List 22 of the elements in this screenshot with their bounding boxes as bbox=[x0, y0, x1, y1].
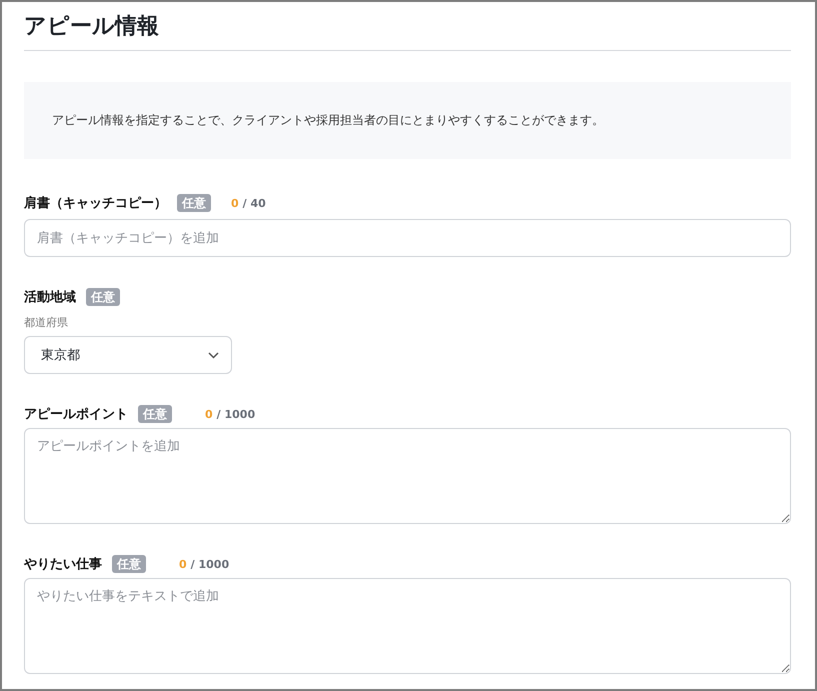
text-area[interactable]: アピールポイントを追加 bbox=[24, 428, 791, 524]
info-notice: アピール情報を指定することで、クライアントや採用担当者の目にとまりやすくすることができます。 bbox=[24, 82, 791, 159]
chevron-down-icon bbox=[208, 352, 219, 358]
text-area[interactable]: やりたい仕事をテキストで追加 bbox=[24, 578, 791, 674]
field-label: やりたい仕事 bbox=[24, 556, 102, 573]
character-count: 0 bbox=[179, 558, 187, 570]
prefecture-select[interactable]: 東京都 bbox=[24, 336, 232, 374]
character-limit: / 40 bbox=[242, 196, 266, 210]
optional-badge: 任意 bbox=[177, 194, 211, 212]
character-count: 0 bbox=[205, 408, 213, 420]
optional-badge: 任意 bbox=[138, 405, 172, 423]
sub-label: 都道府県 bbox=[24, 315, 69, 330]
field-label: 肩書（キャッチコピー） bbox=[24, 194, 167, 212]
character-limit: / 1000 bbox=[216, 408, 256, 420]
character-count: 0 bbox=[231, 196, 239, 210]
page-title: アピール情報 bbox=[24, 12, 791, 51]
field-label: 活動地域 bbox=[24, 289, 76, 306]
text-field[interactable]: 肩書（キャッチコピー）を追加 bbox=[24, 219, 791, 257]
field-label: アピールポイント bbox=[24, 406, 128, 423]
optional-badge: 任意 bbox=[86, 288, 120, 306]
character-limit: / 1000 bbox=[190, 558, 230, 570]
optional-badge: 任意 bbox=[112, 555, 146, 573]
